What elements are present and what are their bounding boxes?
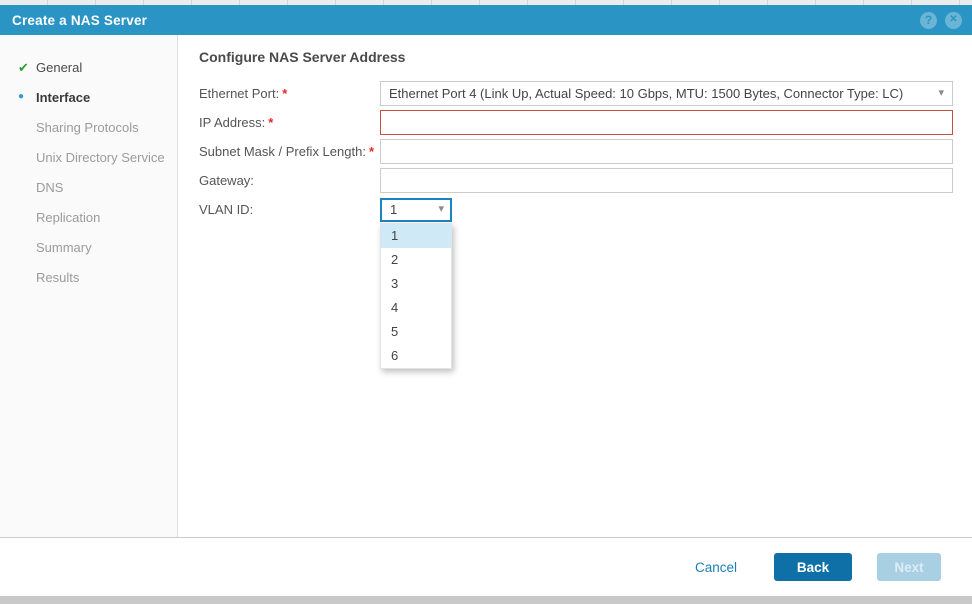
ethernet-port-row: Ethernet Port: * Ethernet Port 4 (Link Up… bbox=[199, 81, 953, 106]
label-text: VLAN ID: bbox=[199, 202, 254, 217]
vlan-id-select[interactable]: 1 ▾ bbox=[380, 197, 452, 222]
ip-address-label: IP Address: * bbox=[199, 115, 380, 130]
dialog-title: Create a NAS Server bbox=[12, 12, 148, 28]
sidebar-item-dns[interactable]: DNS bbox=[0, 172, 177, 202]
sidebar-item-replication[interactable]: Replication bbox=[0, 202, 177, 232]
step-label: General bbox=[36, 59, 83, 75]
label-text: Subnet Mask / Prefix Length: bbox=[199, 144, 366, 159]
vlan-option-6[interactable]: 6 bbox=[381, 344, 451, 368]
vlan-id-dropdown-list: 1 2 3 4 5 6 bbox=[380, 222, 452, 369]
step-label: Interface bbox=[36, 89, 91, 105]
step-label: DNS bbox=[36, 179, 64, 195]
step-label: Unix Directory Service bbox=[36, 149, 165, 165]
page-title: Configure NAS Server Address bbox=[199, 49, 406, 65]
vlan-option-3[interactable]: 3 bbox=[381, 272, 451, 296]
gateway-row: Gateway: bbox=[199, 168, 953, 193]
sidebar-item-interface[interactable]: ● Interface bbox=[0, 82, 177, 112]
step-label: Replication bbox=[36, 209, 101, 225]
required-marker: * bbox=[282, 86, 288, 101]
ethernet-port-select[interactable]: Ethernet Port 4 (Link Up, Actual Speed: … bbox=[380, 81, 953, 106]
close-icon[interactable]: ✕ bbox=[945, 11, 962, 29]
vlan-id-row: VLAN ID: 1 ▾ 1 2 3 4 5 6 bbox=[199, 197, 953, 369]
chevron-down-icon: ▾ bbox=[438, 203, 444, 215]
step-label: Summary bbox=[36, 239, 92, 255]
gateway-input[interactable] bbox=[380, 168, 953, 193]
step-label: Sharing Protocols bbox=[36, 119, 139, 135]
dialog-body: ✔ General ● Interface Sharing Protocols … bbox=[0, 35, 972, 537]
sidebar-item-sharing-protocols[interactable]: Sharing Protocols bbox=[0, 112, 177, 142]
label-text: Gateway: bbox=[199, 173, 254, 188]
required-marker: * bbox=[368, 144, 374, 159]
dialog-footer: Cancel Back Next bbox=[0, 537, 972, 596]
cancel-button[interactable]: Cancel bbox=[695, 560, 737, 575]
subnet-mask-row: Subnet Mask / Prefix Length: * bbox=[199, 139, 953, 164]
vlan-option-5[interactable]: 5 bbox=[381, 320, 451, 344]
check-icon: ✔ bbox=[18, 59, 29, 75]
active-dot-icon: ● bbox=[18, 91, 25, 102]
background-page-strip-bottom bbox=[0, 596, 972, 604]
vlan-id-label: VLAN ID: bbox=[199, 202, 380, 217]
help-icon[interactable]: ? bbox=[920, 11, 937, 29]
ethernet-port-value: Ethernet Port 4 (Link Up, Actual Speed: … bbox=[389, 86, 904, 101]
required-marker: * bbox=[268, 115, 274, 130]
ip-address-input[interactable] bbox=[380, 110, 953, 135]
chevron-down-icon: ▾ bbox=[938, 87, 944, 99]
subnet-mask-label: Subnet Mask / Prefix Length: * bbox=[199, 144, 380, 159]
sidebar-item-unix-directory-service[interactable]: Unix Directory Service bbox=[0, 142, 177, 172]
back-button[interactable]: Back bbox=[774, 553, 852, 581]
sidebar-item-results[interactable]: Results bbox=[0, 262, 177, 292]
vlan-option-4[interactable]: 4 bbox=[381, 296, 451, 320]
dialog-titlebar: Create a NAS Server ? ✕ bbox=[0, 5, 972, 35]
label-text: IP Address: bbox=[199, 115, 266, 130]
vlan-option-1[interactable]: 1 bbox=[381, 223, 451, 248]
ethernet-port-label: Ethernet Port: * bbox=[199, 86, 380, 101]
vlan-id-value: 1 bbox=[390, 202, 398, 217]
wizard-steps-sidebar: ✔ General ● Interface Sharing Protocols … bbox=[0, 35, 178, 537]
gateway-label: Gateway: bbox=[199, 173, 380, 188]
sidebar-item-general[interactable]: ✔ General bbox=[0, 52, 177, 82]
sidebar-item-summary[interactable]: Summary bbox=[0, 232, 177, 262]
vlan-id-select-wrap: 1 ▾ 1 2 3 4 5 6 bbox=[380, 197, 452, 369]
wizard-content: Configure NAS Server Address Ethernet Po… bbox=[178, 35, 972, 537]
label-text: Ethernet Port: bbox=[199, 86, 280, 101]
vlan-option-2[interactable]: 2 bbox=[381, 248, 451, 272]
step-label: Results bbox=[36, 269, 80, 285]
next-button[interactable]: Next bbox=[877, 553, 941, 581]
ip-address-row: IP Address: * bbox=[199, 110, 953, 135]
subnet-mask-input[interactable] bbox=[380, 139, 953, 164]
